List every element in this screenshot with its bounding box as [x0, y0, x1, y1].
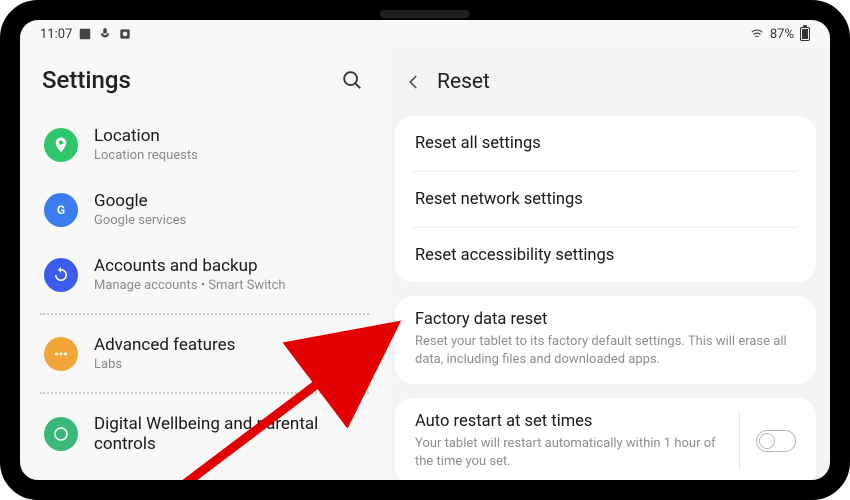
google-icon: G [44, 193, 78, 227]
settings-left-pane: Settings Location Location requests G Go… [20, 48, 385, 500]
status-bar: 11:07 87% [20, 20, 830, 48]
auto-restart-card: Auto restart at set times Your tablet wi… [395, 398, 816, 486]
auto-restart-toggle[interactable] [756, 430, 796, 452]
sidebar-item-title: Google [94, 191, 186, 211]
wellbeing-icon [44, 417, 78, 451]
reset-all-settings[interactable]: Reset all settings [395, 116, 816, 171]
option-title: Auto restart at set times [415, 412, 723, 431]
factory-data-reset[interactable]: Factory data reset Reset your tablet to … [395, 296, 816, 384]
sidebar-item-title: Digital Wellbeing and parental controls [94, 414, 365, 454]
sidebar-item-accounts-backup[interactable]: Accounts and backup Manage accounts • Sm… [38, 242, 371, 307]
reset-detail-pane: Reset Reset all settings Reset network s… [385, 48, 830, 500]
sync-icon [44, 258, 78, 292]
settings-title: Settings [42, 66, 131, 94]
divider [40, 392, 369, 394]
status-battery-pct: 87% [770, 27, 794, 42]
sidebar-item-subtitle: Manage accounts • Smart Switch [94, 278, 286, 293]
auto-restart-row[interactable]: Auto restart at set times Your tablet wi… [395, 398, 816, 486]
advanced-icon [44, 337, 78, 371]
detail-title: Reset [437, 70, 490, 94]
reset-accessibility-settings[interactable]: Reset accessibility settings [395, 228, 816, 282]
sidebar-item-title: Location [94, 126, 198, 146]
battery-icon [800, 27, 810, 41]
reset-network-settings[interactable]: Reset network settings [395, 172, 816, 227]
sidebar-item-digital-wellbeing[interactable]: Digital Wellbeing and parental controls [38, 400, 371, 468]
camera-icon [118, 27, 132, 41]
svg-text:G: G [57, 202, 65, 216]
back-icon[interactable] [405, 73, 423, 91]
sidebar-item-title: Accounts and backup [94, 256, 286, 276]
status-time: 11:07 [40, 27, 72, 42]
option-desc: Reset your tablet to its factory default… [415, 333, 796, 368]
option-title: Factory data reset [415, 310, 796, 329]
search-icon[interactable] [341, 69, 363, 91]
divider [739, 412, 740, 470]
mic-icon [98, 27, 112, 41]
sidebar-item-location[interactable]: Location Location requests [38, 112, 371, 177]
sidebar-item-subtitle: Location requests [94, 148, 198, 163]
sidebar-item-subtitle: Labs [94, 357, 235, 372]
location-icon [44, 128, 78, 162]
divider [40, 313, 369, 315]
sidebar-item-advanced-features[interactable]: Advanced features Labs [38, 321, 371, 386]
factory-reset-card: Factory data reset Reset your tablet to … [395, 296, 816, 384]
sidebar-item-title: Advanced features [94, 335, 235, 355]
option-desc: Your tablet will restart automatically w… [415, 435, 723, 470]
image-icon [78, 27, 92, 41]
sidebar-item-subtitle: Google services [94, 213, 186, 228]
reset-options-card: Reset all settings Reset network setting… [395, 116, 816, 282]
sidebar-item-google[interactable]: G Google Google services [38, 177, 371, 242]
wifi-icon [750, 27, 764, 41]
